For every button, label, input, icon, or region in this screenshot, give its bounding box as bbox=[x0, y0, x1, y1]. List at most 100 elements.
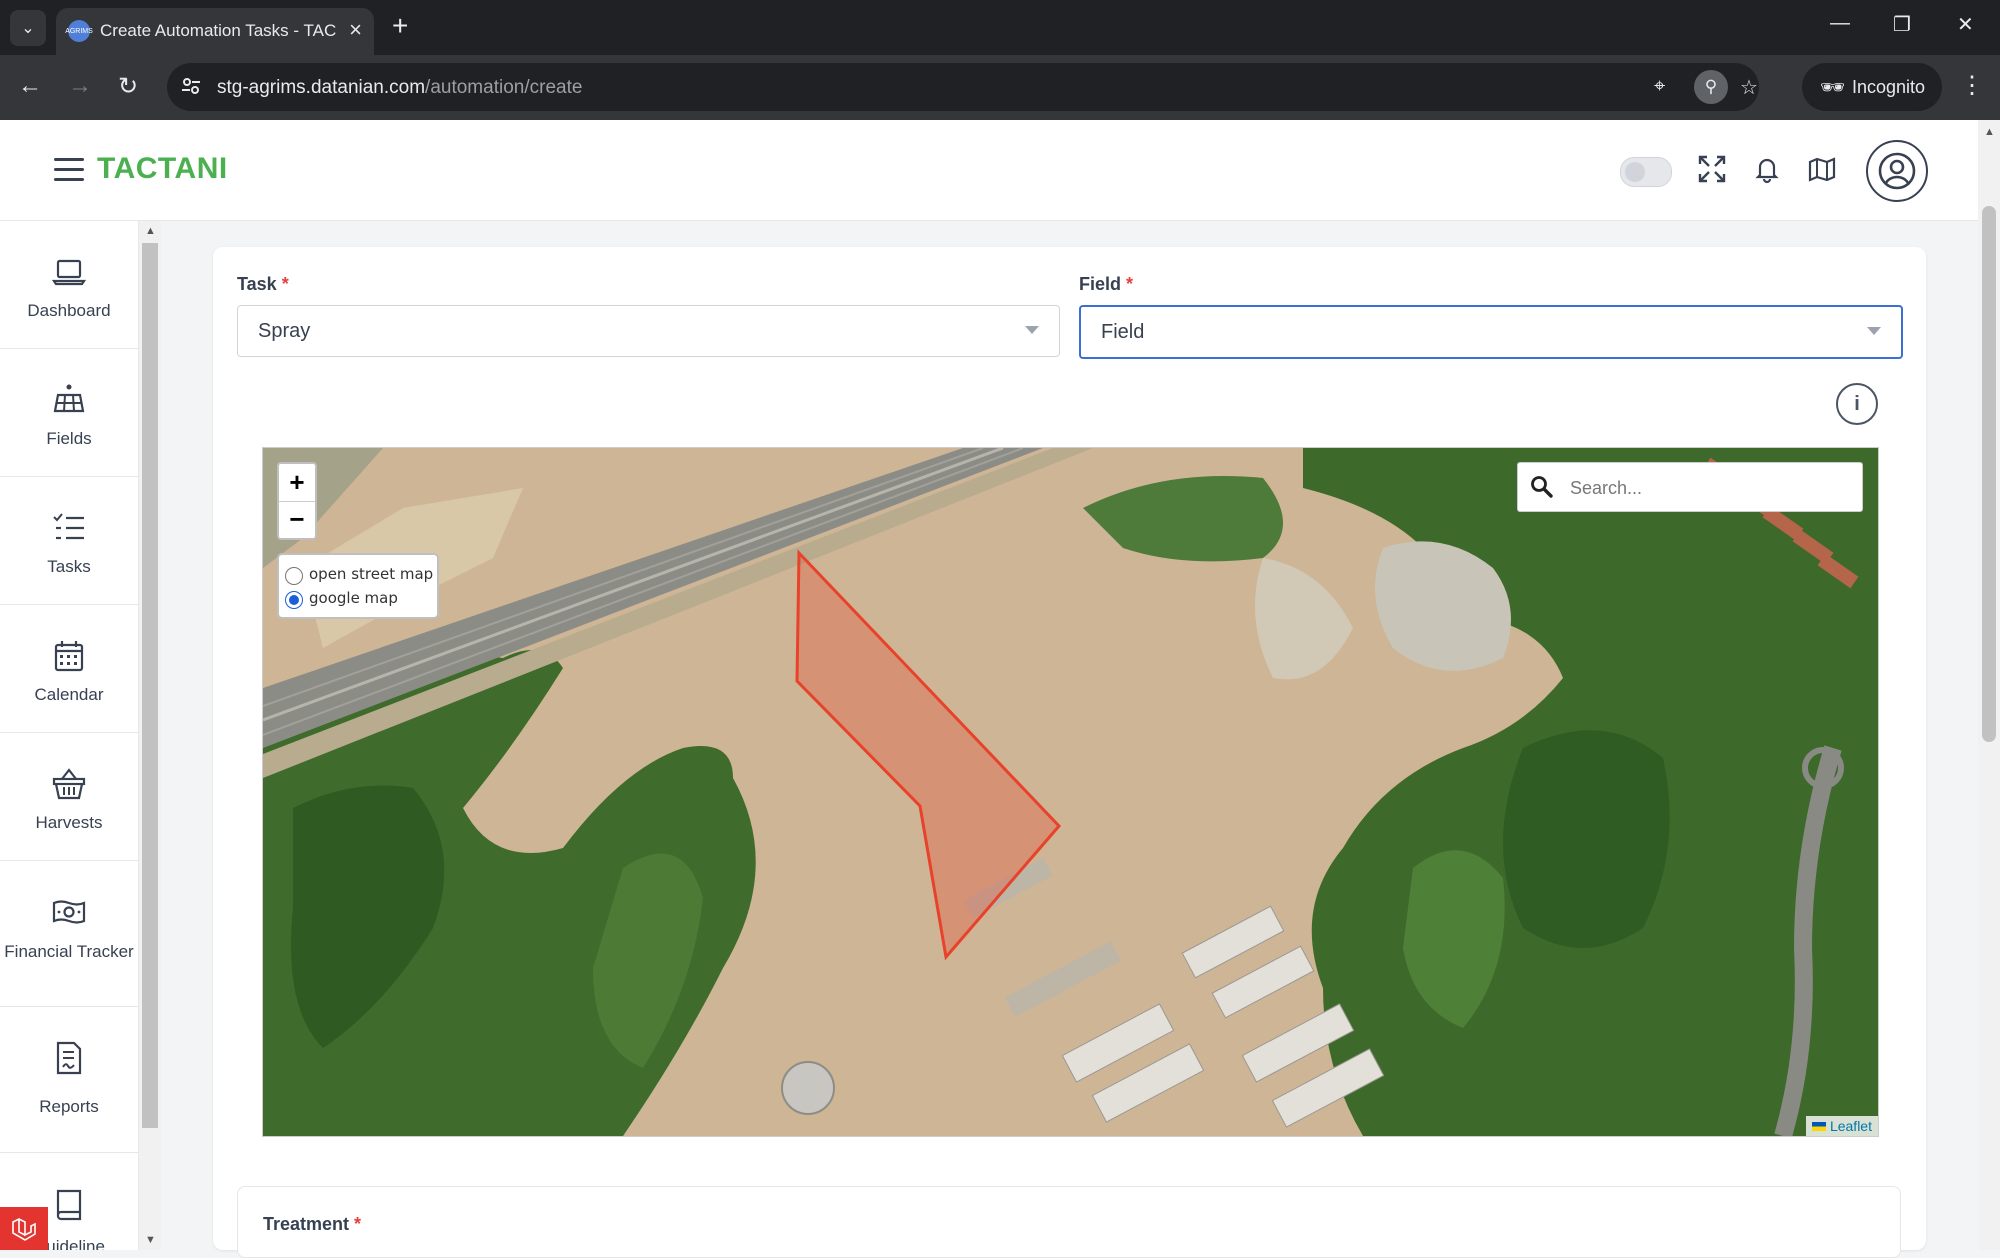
caret-down-icon bbox=[1025, 326, 1039, 334]
attribution-link[interactable]: Leaflet bbox=[1830, 1118, 1872, 1134]
toggle-knob bbox=[1625, 162, 1645, 182]
sidebar-label: Dashboard bbox=[27, 301, 111, 320]
sidebar-item-tasks[interactable]: Tasks bbox=[0, 477, 138, 605]
close-window-icon[interactable]: ✕ bbox=[1957, 12, 1974, 37]
sidebar-item-fields[interactable]: Fields bbox=[0, 349, 138, 477]
calendar-icon bbox=[54, 641, 84, 672]
sidebar-item-harvests[interactable]: Harvests bbox=[0, 733, 138, 861]
map-container[interactable]: + − open street map google map Leaflet bbox=[262, 447, 1879, 1137]
required-mark: * bbox=[354, 1214, 362, 1234]
page-scrollbar-thumb[interactable] bbox=[1982, 206, 1996, 742]
sidebar-label: Fields bbox=[46, 429, 92, 448]
url-path: /automation/create bbox=[425, 77, 583, 98]
map-search-input[interactable] bbox=[1568, 473, 1852, 503]
solar-panel-icon bbox=[53, 384, 85, 413]
sidebar-label: Calendar bbox=[34, 685, 104, 704]
restore-icon[interactable]: ❐ bbox=[1893, 12, 1911, 37]
sidebar: Dashboard Fields Tasks Calendar Harvests… bbox=[0, 221, 139, 1250]
sidebar-scrollbar-thumb[interactable] bbox=[142, 243, 158, 1128]
map-attribution[interactable]: Leaflet bbox=[1805, 1116, 1878, 1136]
reload-icon[interactable]: ↻ bbox=[118, 72, 138, 101]
caret-down-icon bbox=[1867, 327, 1881, 335]
tab-title: Create Automation Tasks - TACTANI bbox=[100, 21, 336, 40]
laptop-icon bbox=[52, 259, 86, 286]
layer-switcher: open street map google map bbox=[277, 553, 439, 619]
sidebar-item-dashboard[interactable]: Dashboard bbox=[0, 221, 138, 349]
sidebar-item-calendar[interactable]: Calendar bbox=[0, 605, 138, 733]
scroll-up-icon[interactable]: ▲ bbox=[1984, 126, 1995, 138]
brand-logo[interactable]: TACTANI bbox=[97, 152, 228, 186]
ukraine-flag-icon bbox=[1811, 1122, 1826, 1131]
treatment-panel: Treatment * bbox=[237, 1186, 1901, 1258]
task-label: Task * bbox=[237, 274, 289, 295]
sidebar-label: Tasks bbox=[47, 557, 91, 576]
book-icon bbox=[56, 1189, 82, 1221]
minimize-icon[interactable]: — bbox=[1830, 12, 1850, 35]
chevron-down-icon: ⌄ bbox=[21, 20, 35, 37]
url-text: stg-agrims.datanian.com/automation/creat… bbox=[217, 77, 582, 99]
incognito-icon: 🕶 bbox=[1820, 77, 1846, 99]
page-scrollbar[interactable]: ▲ bbox=[1978, 120, 2000, 1250]
sidebar-scrollbar[interactable]: ▲ ▼ bbox=[139, 221, 161, 1250]
tab-search-button[interactable]: ⌄ bbox=[10, 10, 46, 46]
debugbar-icon[interactable] bbox=[0, 1207, 48, 1250]
user-circle-icon bbox=[1878, 152, 1916, 190]
zoom-in-button[interactable]: + bbox=[279, 464, 315, 502]
search-icon bbox=[1531, 476, 1553, 498]
task-select[interactable]: Spray bbox=[237, 305, 1060, 357]
hamburger-menu-icon[interactable] bbox=[54, 158, 84, 182]
zoom-out-button[interactable]: − bbox=[279, 501, 315, 538]
radio-button[interactable] bbox=[285, 567, 303, 585]
task-select-value: Spray bbox=[258, 320, 311, 342]
address-bar[interactable]: stg-agrims.datanian.com/automation/creat… bbox=[167, 63, 1759, 111]
theme-toggle[interactable] bbox=[1620, 157, 1672, 187]
required-mark: * bbox=[281, 274, 289, 294]
sidebar-label: Reports bbox=[39, 1097, 99, 1116]
field-select[interactable]: Field bbox=[1079, 305, 1903, 359]
sidebar-item-reports[interactable]: Reports bbox=[0, 1007, 138, 1153]
notification-bell-icon[interactable] bbox=[1752, 154, 1782, 184]
task-label-text: Task bbox=[237, 274, 277, 294]
forward-icon[interactable]: → bbox=[68, 72, 92, 100]
back-icon[interactable]: ← bbox=[18, 72, 42, 100]
laravel-logo-icon bbox=[12, 1217, 36, 1241]
info-button[interactable]: i bbox=[1836, 383, 1878, 425]
required-mark: * bbox=[1126, 274, 1134, 294]
checklist-icon bbox=[53, 513, 84, 540]
scroll-down-icon[interactable]: ▼ bbox=[145, 1234, 156, 1246]
field-select-value: Field bbox=[1101, 321, 1145, 343]
sidebar-label: Harvests bbox=[35, 813, 103, 832]
treatment-label: Treatment * bbox=[263, 1214, 361, 1235]
field-label: Field * bbox=[1079, 274, 1133, 295]
layer-label: google map bbox=[309, 589, 398, 607]
browser-tab[interactable]: AGRIMS Create Automation Tasks - TACTANI… bbox=[56, 8, 374, 55]
treatment-label-text: Treatment bbox=[263, 1214, 350, 1234]
basket-icon bbox=[52, 768, 86, 800]
money-icon bbox=[52, 900, 86, 924]
info-icon: i bbox=[1854, 392, 1860, 415]
bookmark-star-icon[interactable]: ☆ bbox=[1740, 75, 1758, 100]
app-header: TACTANI bbox=[0, 120, 1980, 221]
zoom-icon[interactable]: ⚲ bbox=[1694, 70, 1728, 104]
radio-button-selected[interactable] bbox=[285, 591, 303, 609]
browser-tab-bar: ⌄ AGRIMS Create Automation Tasks - TACTA… bbox=[0, 0, 2000, 55]
user-avatar[interactable] bbox=[1866, 140, 1928, 202]
browser-menu-icon[interactable]: ⋮ bbox=[1960, 71, 1984, 100]
favicon-icon: AGRIMS bbox=[65, 20, 93, 42]
report-icon bbox=[56, 1041, 82, 1075]
incognito-indicator[interactable]: 🕶 Incognito bbox=[1802, 63, 1942, 111]
map-search-box bbox=[1517, 462, 1863, 512]
site-info-icon[interactable] bbox=[181, 76, 201, 96]
sidebar-label: Financial Tracker bbox=[4, 942, 134, 961]
close-tab-icon[interactable]: × bbox=[349, 17, 362, 43]
satellite-map-imagery bbox=[263, 448, 1878, 1136]
map-icon[interactable] bbox=[1807, 154, 1837, 184]
fullscreen-icon[interactable] bbox=[1697, 154, 1727, 184]
field-label-text: Field bbox=[1079, 274, 1122, 294]
scroll-up-icon[interactable]: ▲ bbox=[145, 225, 156, 237]
new-tab-button[interactable]: + bbox=[392, 11, 408, 41]
sidebar-item-financial-tracker[interactable]: Financial Tracker bbox=[0, 861, 138, 1007]
url-host: stg-agrims.datanian.com bbox=[217, 77, 426, 98]
location-pin-icon[interactable]: ⌖ bbox=[1654, 75, 1665, 98]
incognito-label: Incognito bbox=[1852, 77, 1926, 97]
